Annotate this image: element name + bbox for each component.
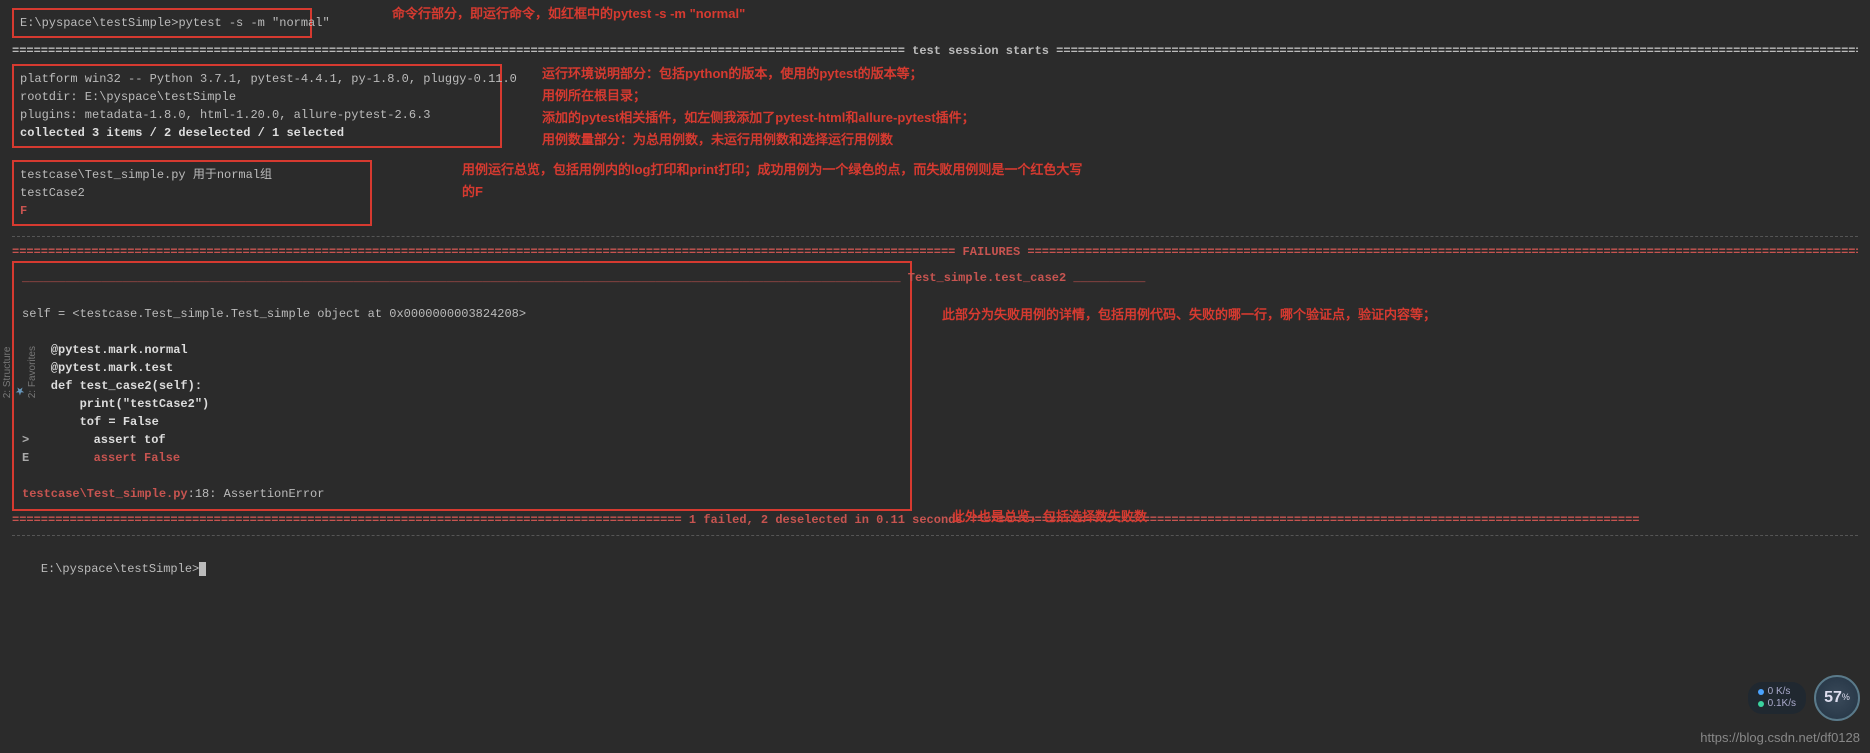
annotation-env-4: 用例数量部分：为总用例数，未运行用例数和选择运行用例数: [542, 130, 893, 150]
session-rule: ========================================…: [12, 42, 1858, 60]
usage-gauge: 57%: [1814, 675, 1860, 721]
run-fail-mark: F: [20, 202, 364, 220]
upload-dot-icon: [1758, 689, 1764, 695]
annotation-command: 命令行部分，即运行命令，如红框中的pytest -s -m "normal": [392, 4, 745, 24]
divider-bottom: [12, 535, 1858, 536]
network-rates: 0 K/s 0.1K/s: [1748, 682, 1806, 714]
code-line-4: print("testCase2"): [22, 395, 902, 413]
environment-box: platform win32 -- Python 3.7.1, pytest-4…: [12, 64, 502, 148]
command-text: pytest -s -m "normal": [178, 16, 329, 30]
platform-line: platform win32 -- Python 3.7.1, pytest-4…: [20, 70, 494, 88]
code-line-assert: > assert tof: [22, 431, 902, 449]
rootdir-line: rootdir: E:\pyspace\testSimple: [20, 88, 494, 106]
annotation-env-1: 运行环境说明部分：包括python的版本，使用的pytest的版本等；: [542, 64, 923, 84]
failure-self-line: self = <testcase.Test_simple.Test_simple…: [22, 305, 902, 323]
annotation-env-2: 用例所在根目录；: [542, 86, 646, 106]
caret-icon: [199, 562, 206, 576]
run-print-line: testCase2: [20, 184, 364, 202]
failure-test-title: ________________________________________…: [22, 269, 902, 287]
network-widget: 0 K/s 0.1K/s 57%: [1748, 675, 1860, 721]
annotation-run-1: 用例运行总览，包括用例内的log打印和print打印；成功用例为一个绿色的点，而…: [462, 160, 1082, 180]
code-line-2: @pytest.mark.test: [22, 359, 902, 377]
code-line-3: def test_case2(self):: [22, 377, 902, 395]
summary-rule: ========================================…: [12, 511, 1858, 529]
collected-line: collected 3 items / 2 deselected / 1 sel…: [20, 124, 494, 142]
annotation-run-2: 的F: [462, 182, 483, 202]
code-line-1: @pytest.mark.normal: [22, 341, 902, 359]
fail-arrow-icon: >: [22, 431, 36, 449]
plugins-line: plugins: metadata-1.8.0, html-1.20.0, al…: [20, 106, 494, 124]
failure-location: testcase\Test_simple.py:18: AssertionErr…: [22, 485, 902, 503]
code-line-error: E assert False: [22, 449, 902, 467]
command-box: E:\pyspace\testSimple>pytest -s -m "norm…: [12, 8, 312, 38]
terminal-output: E:\pyspace\testSimple>pytest -s -m "norm…: [0, 0, 1870, 604]
failure-detail-box: ________________________________________…: [12, 261, 912, 511]
run-file-line: testcase\Test_simple.py 用于normal组: [20, 166, 364, 184]
prompt: E:\pyspace\testSimple>: [20, 16, 178, 30]
summary-text: 1 failed, 2 deselected in 0.11 seconds: [689, 513, 963, 527]
error-e-mark: E: [22, 449, 36, 467]
divider: [12, 236, 1858, 237]
annotation-env-3: 添加的pytest相关插件，如左侧我添加了pytest-html和allure-…: [542, 108, 975, 128]
annotation-failure: 此部分为失败用例的详情，包括用例代码、失败的哪一行，哪个验证点，验证内容等；: [942, 305, 1436, 325]
footer-prompt[interactable]: E:\pyspace\testSimple>: [12, 542, 1858, 596]
failures-rule: ========================================…: [12, 243, 1858, 261]
run-output-box: testcase\Test_simple.py 用于normal组 testCa…: [12, 160, 372, 226]
download-dot-icon: [1758, 701, 1764, 707]
download-rate: 0.1K/s: [1768, 698, 1796, 710]
watermark: https://blog.csdn.net/df0128: [1700, 728, 1860, 748]
code-line-5: tof = False: [22, 413, 902, 431]
usage-unit: %: [1842, 691, 1850, 705]
upload-rate: 0 K/s: [1768, 686, 1791, 698]
usage-percent: 57: [1824, 686, 1842, 710]
annotation-summary: 此外也是总览，包括选择数失败数: [952, 507, 1147, 527]
